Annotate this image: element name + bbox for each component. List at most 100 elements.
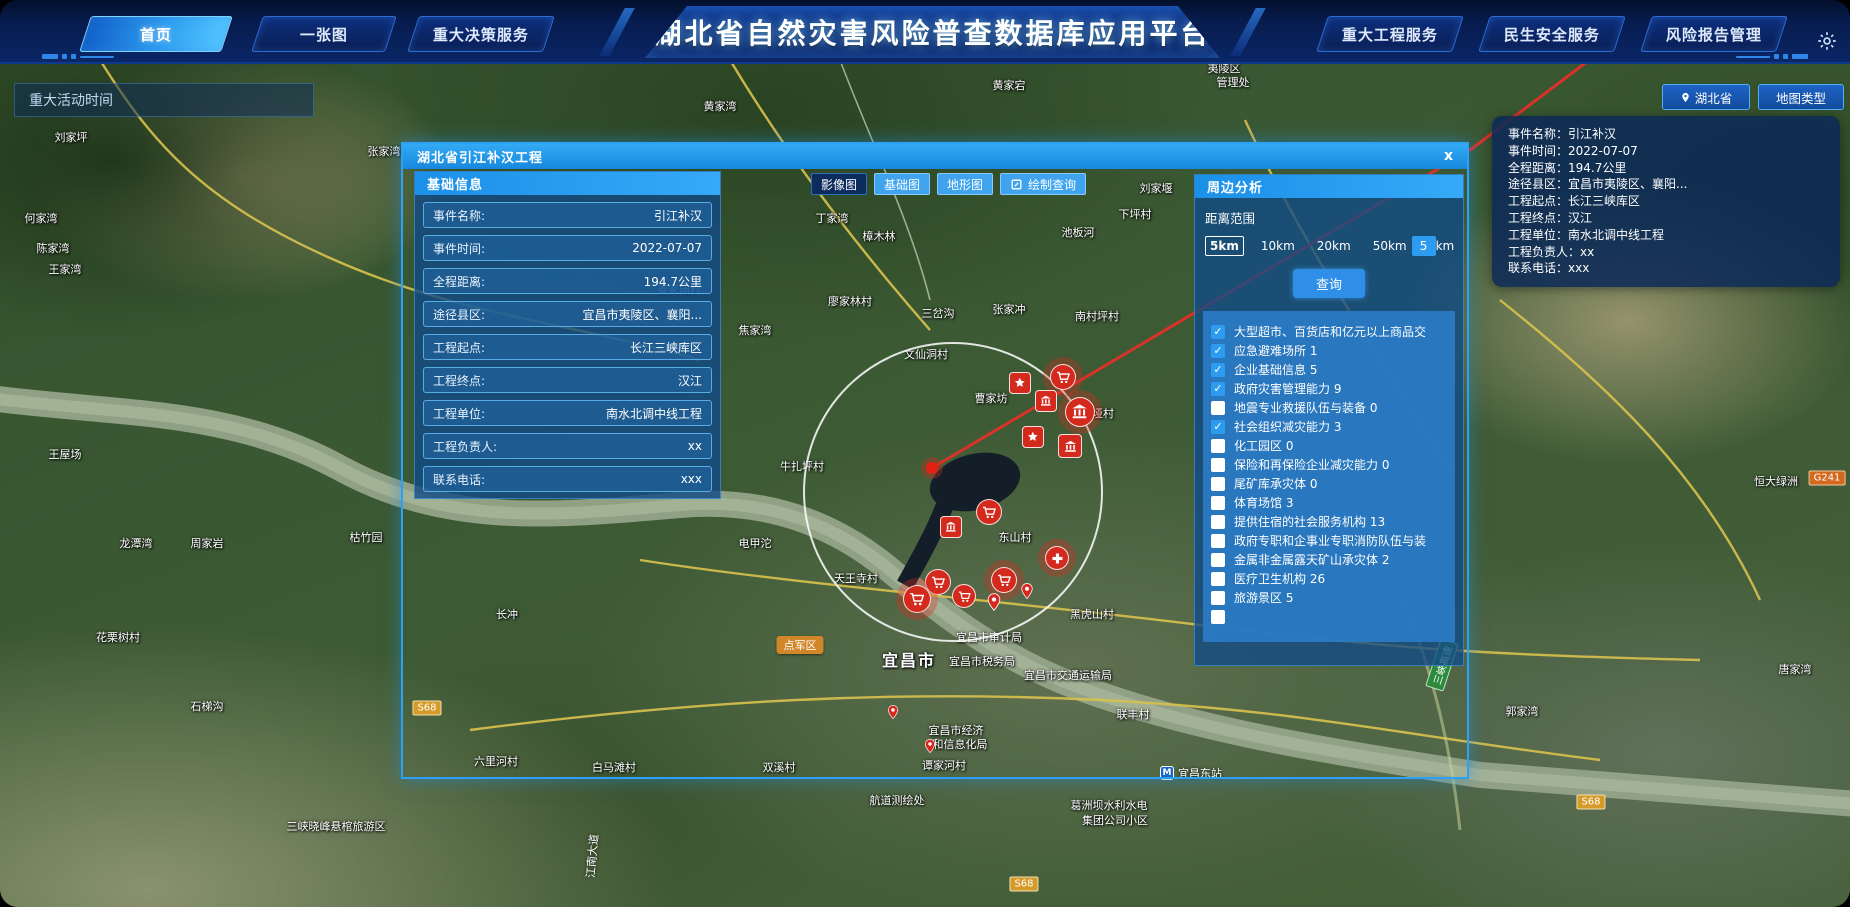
project-modal: 湖北省引江补汉工程 x 影像图基础图地形图 绘制查询 基础信息 事件名称:引江补…	[401, 142, 1469, 779]
range-option-2[interactable]: 20km	[1312, 236, 1356, 256]
tooltip-row-2: 全程距离：194.7公里	[1508, 160, 1840, 177]
nav-tab-right-1[interactable]: 民生安全服务	[1478, 16, 1626, 52]
checkbox[interactable]	[1211, 534, 1225, 548]
tooltip-row-1: 事件时间：2022-07-07	[1508, 143, 1840, 160]
info-row-value: 引江补汉	[654, 207, 702, 224]
info-row-value: 汉江	[678, 372, 702, 389]
modal-title: 湖北省引江补汉工程	[403, 147, 543, 166]
range-option-0[interactable]: 5km	[1205, 236, 1244, 256]
info-row-label: 工程起点:	[433, 339, 485, 356]
analysis-layer-label: 医疗卫生机构 26	[1234, 570, 1325, 587]
analysis-layer-row-2: ✓企业基础信息 5	[1211, 360, 1447, 379]
analysis-layer-row-0: ✓大型超市、百货店和亿元以上商品交	[1211, 322, 1447, 341]
tooltip-row-4: 工程起点：长江三峡库区	[1508, 193, 1840, 210]
tooltip-row-3: 途径县区：宜昌市夷陵区、襄阳...	[1508, 176, 1840, 193]
nav-tab-right-0[interactable]: 重大工程服务	[1316, 16, 1464, 52]
info-row-label: 事件时间:	[433, 240, 485, 257]
range-option-1[interactable]: 10km	[1256, 236, 1300, 256]
analysis-layer-label: 化工园区 0	[1234, 437, 1293, 454]
nav-tab-left-2[interactable]: 重大决策服务	[407, 16, 555, 52]
checkbox[interactable]: ✓	[1211, 344, 1225, 358]
draw-query-button[interactable]: 绘制查询	[1000, 173, 1086, 195]
info-row-label: 工程负责人:	[433, 438, 497, 455]
info-row-8: 联系电话: xxx	[423, 466, 712, 492]
checkbox[interactable]	[1211, 572, 1225, 586]
region-button[interactable]: 湖北省	[1662, 84, 1750, 110]
analysis-layer-label: 保险和再保险企业减灾能力 0	[1234, 456, 1389, 473]
settings-gear-icon[interactable]	[1816, 30, 1838, 52]
info-row-label: 工程终点:	[433, 372, 485, 389]
range-option-3[interactable]: 50km	[1368, 236, 1412, 256]
checkbox[interactable]	[1211, 401, 1225, 415]
analysis-layer-row-7: 保险和再保险企业减灾能力 0	[1211, 455, 1447, 474]
basemap-button-2[interactable]: 地形图	[937, 173, 993, 195]
checkbox[interactable]	[1211, 458, 1225, 472]
event-time-bar[interactable]: 重大活动时间	[14, 83, 314, 117]
basemap-button-1[interactable]: 基础图	[874, 173, 930, 195]
analysis-layer-row-9: 体育场馆 3	[1211, 493, 1447, 512]
page-title: 湖北省自然灾害风险普查数据库应用平台	[653, 12, 1211, 52]
basic-info-header: 基础信息	[415, 172, 720, 195]
checkbox[interactable]	[1211, 515, 1225, 529]
analysis-layer-label: 地震专业救援队伍与装备 0	[1234, 399, 1377, 416]
nav-tab-left-0[interactable]: 首页	[79, 16, 233, 52]
analysis-layer-row-10: 提供住宿的社会服务机构 13	[1211, 512, 1447, 531]
info-row-4: 工程起点: 长江三峡库区	[423, 334, 712, 360]
query-button[interactable]: 查询	[1293, 269, 1365, 298]
analysis-layer-label: 尾矿库承灾体 0	[1234, 475, 1317, 492]
info-row-value: xx	[688, 439, 702, 453]
basemap-button-0[interactable]: 影像图	[811, 173, 867, 195]
analysis-layer-row-5: ✓ 社会组织减灾能力 3	[1211, 417, 1447, 436]
info-row-value: 南水北调中线工程	[606, 405, 702, 422]
nav-tab-right-2[interactable]: 风险报告管理	[1640, 16, 1788, 52]
basic-info-panel: 基础信息 事件名称:引江补汉事件时间:2022-07-07全程距离:194.7公…	[414, 171, 721, 499]
info-row-value: 长江三峡库区	[630, 339, 702, 356]
basic-info-rows: 事件名称:引江补汉事件时间:2022-07-07全程距离:194.7公里途径县区…	[415, 202, 720, 492]
road-badge: S68	[1576, 795, 1605, 810]
range-option-list: 5km 10km 20km 50km	[1205, 236, 1412, 256]
tooltip-row-5: 工程终点：汉江	[1508, 210, 1840, 227]
info-row-label: 工程单位:	[433, 405, 485, 422]
close-icon[interactable]: x	[1444, 145, 1453, 167]
analysis-layer-label: 政府专职和企事业专职消防队伍与装	[1234, 532, 1426, 549]
app-screen: 刘家坪张家湾黄家湾黄家宕夷陵区管理处何家湾陈家湾王家湾丁家湾樟木林刘家堰下坪村池…	[0, 0, 1850, 907]
checkbox[interactable]	[1211, 553, 1225, 567]
road-badge: G241	[1809, 471, 1846, 486]
range-unit: km	[1436, 239, 1455, 253]
checkbox[interactable]: ✓	[1211, 420, 1225, 434]
info-row-label: 途径县区:	[433, 306, 485, 323]
range-custom-input[interactable]	[1412, 236, 1436, 256]
analysis-layer-row-8: 尾矿库承灾体 0	[1211, 474, 1447, 493]
info-row-1: 事件时间:2022-07-07	[423, 235, 712, 261]
checkbox[interactable]	[1211, 591, 1225, 605]
info-row-value: xxx	[681, 472, 702, 486]
info-row-0: 事件名称:引江补汉	[423, 202, 712, 228]
road-badge: S68	[1009, 877, 1038, 892]
analysis-layer-row-14: 旅游景区 5	[1211, 588, 1447, 607]
surrounding-analysis-panel: 周边分析 距离范围 5km10km20km50km km 查询 ✓大型超市、百货…	[1194, 174, 1464, 666]
checkbox[interactable]: ✓	[1211, 325, 1225, 339]
nav-decor-ticks	[42, 54, 114, 59]
checkbox[interactable]	[1211, 496, 1225, 510]
analysis-layer-row-11: 政府专职和企事业专职消防队伍与装	[1211, 531, 1447, 550]
checkbox[interactable]: ✓	[1211, 382, 1225, 396]
info-row-value: 194.7公里	[644, 273, 702, 290]
map-type-button[interactable]: 地图类型	[1758, 84, 1844, 110]
analysis-layer-label: 社会组织减灾能力 3	[1234, 418, 1341, 435]
tooltip-row-6: 工程单位：南水北调中线工程	[1508, 227, 1840, 244]
tooltip-row-0: 事件名称：引江补汉	[1508, 126, 1840, 143]
info-row-5: 工程终点: 汉江	[423, 367, 712, 393]
basemap-switcher: 影像图基础图地形图 绘制查询	[811, 173, 1086, 195]
analysis-layer-label: 旅游景区 5	[1234, 589, 1293, 606]
checkbox[interactable]	[1211, 477, 1225, 491]
analysis-layer-row-1: ✓应急避难场所 1	[1211, 341, 1447, 360]
analysis-layer-row-12: 金属非金属露天矿山承灾体 2	[1211, 550, 1447, 569]
range-options: 5km 10km 20km 50km km	[1205, 236, 1453, 256]
checkbox[interactable]	[1211, 610, 1225, 624]
nav-decor-slash	[1230, 8, 1266, 56]
checkbox[interactable]	[1211, 439, 1225, 453]
info-row-label: 联系电话:	[433, 471, 485, 488]
nav-tab-left-1[interactable]: 一张图	[251, 16, 397, 52]
checkbox[interactable]: ✓	[1211, 363, 1225, 377]
analysis-layer-row-3: ✓政府灾害管理能力 9	[1211, 379, 1447, 398]
